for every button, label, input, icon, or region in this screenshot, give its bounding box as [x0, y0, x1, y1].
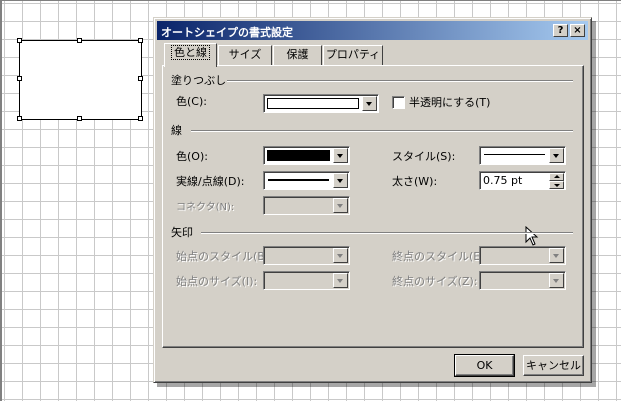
close-icon: × [573, 25, 582, 36]
canvas-edge-top [0, 0, 621, 1]
spin-down-icon[interactable] [549, 181, 564, 189]
begin-style-dropdown [263, 246, 350, 265]
help-button[interactable]: ? [553, 24, 568, 37]
ok-button[interactable]: OK [454, 354, 515, 377]
chevron-down-icon[interactable] [333, 173, 348, 188]
semi-transparent-label: 半透明にする(T) [409, 96, 491, 109]
tab-protection[interactable]: 保護 [273, 45, 322, 65]
chevron-down-icon [333, 198, 348, 213]
chevron-down-icon [549, 273, 564, 288]
chevron-down-icon[interactable] [333, 148, 348, 163]
fill-color-label: 色(C): [176, 95, 207, 108]
line-color-swatch [267, 150, 330, 161]
end-style-dropdown [479, 246, 566, 265]
chevron-down-icon [549, 248, 564, 263]
resize-handle-bottom-middle[interactable] [77, 116, 82, 121]
chevron-down-icon[interactable] [362, 96, 377, 111]
fill-separator [227, 80, 573, 82]
resize-handle-top-right[interactable] [138, 38, 143, 43]
fill-color-dropdown[interactable] [263, 94, 379, 113]
begin-size-dropdown [263, 271, 350, 290]
resize-handle-bottom-left[interactable] [17, 116, 22, 121]
resize-handle-top-left[interactable] [17, 38, 22, 43]
dialog-titlebar[interactable]: オートシェイプの書式設定 ? × [157, 21, 588, 40]
colors-and-lines-panel: 塗りつぶし 色(C): 半透明にする(T) 線 色(O): スタイル(S): 実… [162, 65, 584, 348]
end-size-dropdown [479, 271, 566, 290]
close-button[interactable]: × [570, 24, 585, 37]
dash-style-dropdown[interactable] [263, 171, 350, 190]
chevron-down-icon[interactable] [549, 148, 564, 163]
fill-color-swatch [267, 98, 359, 109]
tab-properties[interactable]: プロパティ [323, 45, 383, 65]
selected-autoshape-rectangle[interactable] [19, 40, 142, 120]
line-color-label: 色(O): [176, 150, 208, 163]
arrows-heading: 矢印 [171, 226, 193, 239]
line-separator [191, 130, 573, 132]
tab-size[interactable]: サイズ [218, 45, 272, 65]
tab-colors-and-lines[interactable]: 色と線 [164, 43, 217, 67]
dash-style-label: 実線/点線(D): [176, 175, 245, 188]
chevron-down-icon [333, 273, 348, 288]
chevron-down-icon [333, 248, 348, 263]
connector-dropdown [263, 196, 350, 215]
dialog-title: オートシェイプの書式設定 [161, 26, 293, 39]
resize-handle-bottom-right[interactable] [138, 116, 143, 121]
format-autoshape-dialog: オートシェイプの書式設定 ? × 色と線 サイズ 保護 プロパティ 塗りつぶし … [153, 17, 592, 383]
begin-size-label: 始点のサイズ(I): [176, 275, 258, 288]
line-color-dropdown[interactable] [263, 146, 350, 165]
fill-heading: 塗りつぶし [171, 74, 227, 87]
dash-style-preview [268, 179, 329, 181]
resize-handle-middle-left[interactable] [17, 76, 22, 81]
canvas-edge-left [0, 0, 2, 401]
line-weight-value[interactable]: 0.75 pt [483, 174, 522, 187]
line-style-dropdown[interactable] [479, 146, 566, 165]
semi-transparent-checkbox[interactable] [392, 96, 405, 109]
line-style-label: スタイル(S): [392, 150, 456, 163]
connector-label: コネクタ(N): [176, 202, 235, 213]
line-weight-label: 太さ(W): [392, 175, 438, 188]
cancel-button[interactable]: キャンセル [523, 355, 584, 376]
resize-handle-middle-right[interactable] [138, 76, 143, 81]
spin-up-icon[interactable] [549, 173, 564, 181]
line-style-preview [484, 154, 545, 155]
line-weight-spinner[interactable]: 0.75 pt [479, 171, 566, 190]
line-heading: 線 [171, 124, 182, 137]
end-style-label: 終点のスタイル(E): [392, 250, 489, 263]
resize-handle-top-middle[interactable] [77, 38, 82, 43]
begin-style-label: 始点のスタイル(B): [176, 250, 273, 263]
arrows-separator [201, 232, 573, 234]
help-icon: ? [557, 25, 564, 36]
end-size-label: 終点のサイズ(Z): [392, 275, 478, 288]
